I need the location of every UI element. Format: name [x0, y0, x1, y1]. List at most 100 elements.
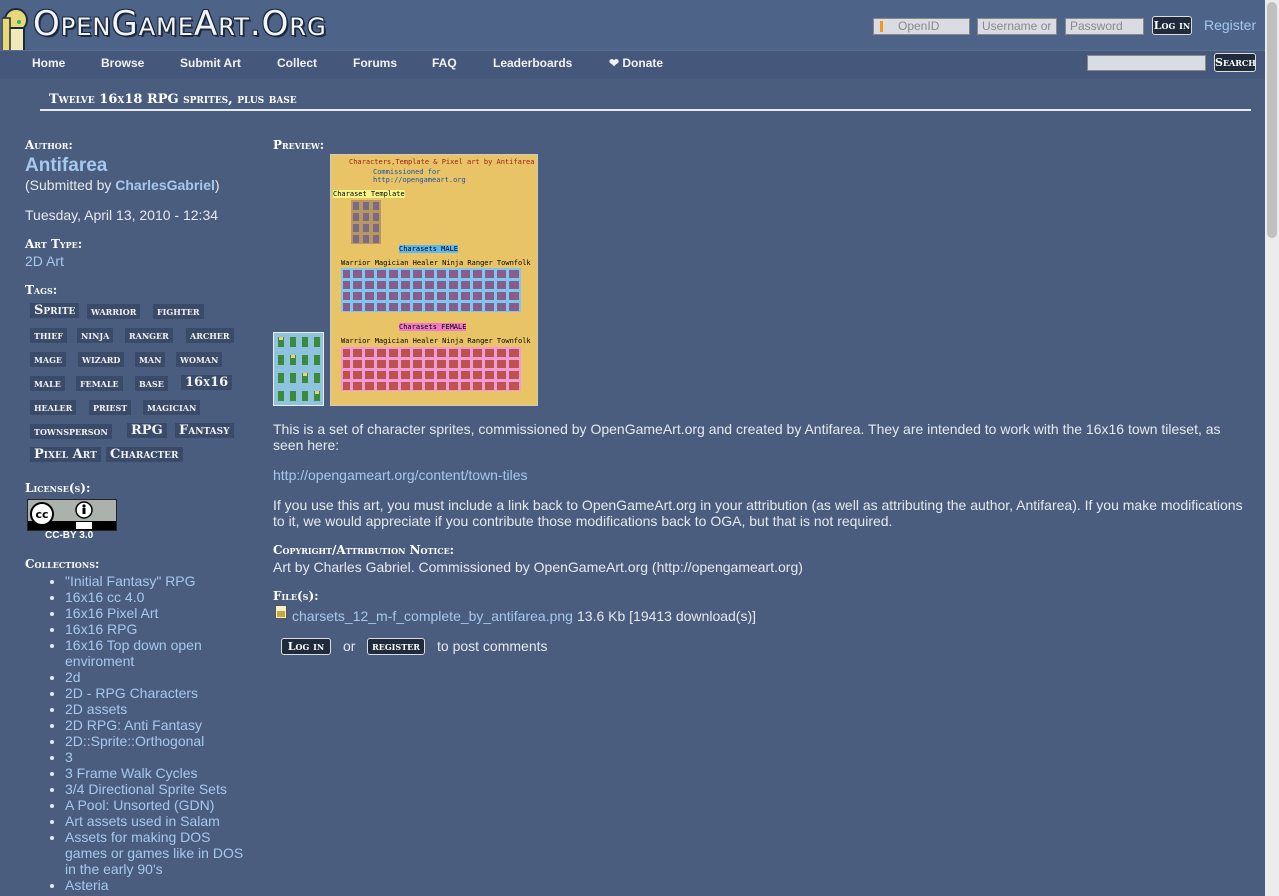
nav-faq[interactable]: FAQ [432, 56, 457, 70]
nav-home[interactable]: Home [32, 56, 65, 70]
preview-male-classes: Warrior Magician Healer Ninja Ranger Tow… [341, 259, 531, 267]
openid-field[interactable]: OpenID [873, 18, 970, 35]
nav-submit-art[interactable]: Submit Art [180, 56, 241, 70]
preview-image[interactable]: Characters,Template & Pixel art by Antif… [330, 154, 538, 406]
collection-item: 2D RPG: Anti Fantasy [65, 717, 250, 733]
attribution-requirement: If you use this art, you must include a … [273, 497, 1243, 529]
collection-link[interactable]: Asteria [65, 877, 109, 893]
collection-link[interactable]: 16x16 cc 4.0 [65, 589, 144, 605]
collection-item: "Initial Fantasy" RPG [65, 573, 250, 589]
openid-icon [880, 21, 883, 32]
collection-item: 2D assets [65, 701, 250, 717]
copyright-text: Art by Charles Gabriel. Commissioned by … [273, 559, 803, 575]
author-label: Author: [25, 138, 73, 152]
tag-male[interactable]: male [30, 376, 65, 391]
password-field[interactable]: Password [1065, 18, 1144, 35]
tag-16x16[interactable]: 16x16 [181, 375, 233, 390]
preview-label: Preview: [273, 138, 325, 152]
tag-townsperson[interactable]: townsperson [30, 424, 112, 439]
tag-healer[interactable]: healer [30, 400, 77, 415]
tag-ninja[interactable]: ninja [77, 328, 114, 343]
town-tiles-link[interactable]: http://opengameart.org/content/town-tile… [273, 467, 527, 483]
nav-forums[interactable]: Forums [353, 56, 397, 70]
collection-item: 16x16 RPG [65, 621, 250, 637]
tag-pixel-art[interactable]: Pixel Art [30, 447, 101, 462]
preview-template-sprites [351, 200, 381, 244]
collection-link[interactable]: 2D - RPG Characters [65, 685, 198, 701]
tag-wizard[interactable]: wizard [78, 352, 125, 367]
collection-link[interactable]: 16x16 Top down open enviroment [65, 637, 202, 669]
collection-link[interactable]: 2D::Sprite::Orthogonal [65, 733, 204, 749]
sprite-thumbnail-image [274, 333, 323, 405]
collection-link[interactable]: 3/4 Directional Sprite Sets [65, 781, 227, 797]
comment-register-button[interactable]: register [367, 638, 425, 655]
search-button[interactable]: Search [1214, 53, 1256, 72]
nav-collect[interactable]: Collect [277, 56, 317, 70]
tag-mage[interactable]: mage [30, 352, 66, 367]
scrollbar-thumb[interactable] [1267, 2, 1277, 238]
cc-by-badge-icon[interactable]: cc [27, 499, 117, 531]
comment-login-button[interactable]: Log in [281, 638, 331, 655]
tag-priest[interactable]: priest [89, 400, 132, 415]
collection-item: 3 Frame Walk Cycles [65, 765, 250, 781]
site-logo[interactable]: OpenGameArt.Org [33, 4, 327, 44]
login-button[interactable]: Log in [1152, 16, 1192, 35]
collection-item: 2D - RPG Characters [65, 685, 250, 701]
tag-woman[interactable]: woman [176, 352, 223, 367]
collection-link[interactable]: 2D assets [65, 701, 127, 717]
collection-link[interactable]: 16x16 RPG [65, 621, 137, 637]
preview-template-label: Charaset Template [333, 190, 405, 198]
tag-man[interactable]: man [135, 352, 166, 367]
preview-female-classes: Warrior Magician Healer Ninja Ranger Tow… [341, 337, 531, 345]
tag-character[interactable]: Character [106, 447, 183, 462]
nav-browse[interactable]: Browse [101, 56, 144, 70]
collections-list: "Initial Fantasy" RPG16x16 cc 4.016x16 P… [25, 573, 250, 893]
svg-text:cc: cc [35, 508, 48, 521]
collection-link[interactable]: "Initial Fantasy" RPG [65, 573, 196, 589]
collection-item: 2d [65, 669, 250, 685]
tag-female[interactable]: female [76, 376, 123, 391]
tag-base[interactable]: base [135, 376, 168, 391]
tag-archer[interactable]: archer [186, 328, 234, 343]
tag-sprite[interactable]: Sprite [30, 303, 80, 318]
collection-link[interactable]: 3 Frame Walk Cycles [65, 765, 198, 781]
site-header: OpenGameArt.Org OpenID Username or Passw… [0, 0, 1265, 79]
nav-leaderboards[interactable]: Leaderboards [493, 56, 572, 70]
collection-item: 16x16 Pixel Art [65, 605, 250, 621]
art-type-label: Art Type: [25, 237, 83, 251]
post-date: Tuesday, April 13, 2010 - 12:34 [25, 207, 219, 223]
collection-link[interactable]: Assets for making DOS games or games lik… [65, 829, 243, 877]
collection-item: 16x16 Top down open enviroment [65, 637, 250, 669]
nav-donate[interactable]: ❤ Donate [609, 56, 663, 70]
collection-link[interactable]: A Pool: Unsorted (GDN) [65, 797, 214, 813]
search-input[interactable] [1087, 55, 1206, 71]
file-download-link[interactable]: charsets_12_m-f_complete_by_antifarea.pn… [292, 608, 573, 624]
collection-link[interactable]: 16x16 Pixel Art [65, 605, 158, 621]
tag-warrior[interactable]: warrior [87, 304, 141, 319]
tag-magician[interactable]: magician [143, 400, 201, 415]
username-field[interactable]: Username or [977, 18, 1057, 35]
register-link[interactable]: Register [1204, 17, 1256, 33]
tag-rpg[interactable]: RPG [127, 423, 167, 438]
collection-link[interactable]: 3 [65, 749, 73, 765]
page-title: Twelve 16x18 RPG sprites, plus base [49, 92, 297, 107]
tag-fighter[interactable]: fighter [153, 304, 204, 319]
submitted-suffix: ) [214, 177, 220, 193]
collection-link[interactable]: Art assets used in Salam [65, 813, 220, 829]
art-type-link[interactable]: 2D Art [25, 253, 64, 269]
author-link[interactable]: Antifarea [25, 155, 107, 177]
tag-ranger[interactable]: ranger [125, 328, 173, 343]
collection-link[interactable]: 2d [65, 669, 81, 685]
tag-fantasy[interactable]: Fantasy [175, 423, 234, 438]
collection-item: 3/4 Directional Sprite Sets [65, 781, 250, 797]
tag-thief[interactable]: thief [30, 328, 68, 343]
tags-label: Tags: [25, 283, 58, 297]
collection-item: 16x16 cc 4.0 [65, 589, 250, 605]
collection-item: Assets for making DOS games or games lik… [65, 829, 250, 877]
preview-thumbnail[interactable] [273, 332, 324, 406]
license-name: CC-BY 3.0 [45, 530, 94, 541]
submitter-link[interactable]: CharlesGabriel [115, 177, 215, 193]
comment-suffix-text: to post comments [437, 638, 548, 654]
title-divider [40, 109, 1251, 111]
collection-link[interactable]: 2D RPG: Anti Fantasy [65, 717, 202, 733]
